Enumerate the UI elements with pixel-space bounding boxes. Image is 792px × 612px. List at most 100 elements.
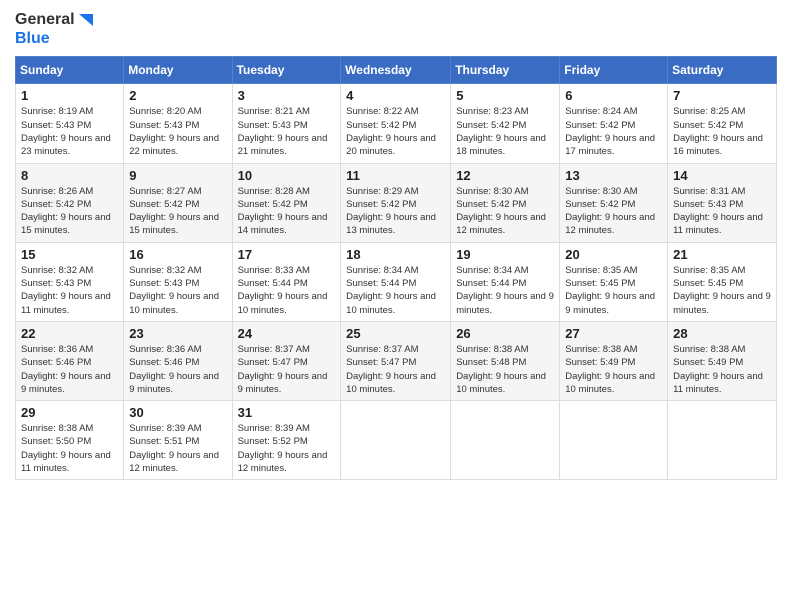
calendar-cell: 29 Sunrise: 8:38 AM Sunset: 5:50 PM Dayl… [16,401,124,480]
calendar-cell: 20 Sunrise: 8:35 AM Sunset: 5:45 PM Dayl… [560,242,668,321]
day-number: 4 [346,88,445,103]
logo: General Blue [15,10,93,48]
day-detail: Sunrise: 8:37 AM Sunset: 5:47 PM Dayligh… [346,343,445,396]
calendar-cell: 16 Sunrise: 8:32 AM Sunset: 5:43 PM Dayl… [124,242,232,321]
col-thursday: Thursday [451,57,560,84]
day-number: 17 [238,247,336,262]
day-number: 10 [238,168,336,183]
day-number: 6 [565,88,662,103]
day-detail: Sunrise: 8:32 AM Sunset: 5:43 PM Dayligh… [129,264,226,317]
day-detail: Sunrise: 8:34 AM Sunset: 5:44 PM Dayligh… [456,264,554,317]
calendar-cell: 27 Sunrise: 8:38 AM Sunset: 5:49 PM Dayl… [560,321,668,400]
col-sunday: Sunday [16,57,124,84]
day-detail: Sunrise: 8:21 AM Sunset: 5:43 PM Dayligh… [238,105,336,158]
col-tuesday: Tuesday [232,57,341,84]
day-number: 28 [673,326,771,341]
day-number: 23 [129,326,226,341]
day-detail: Sunrise: 8:26 AM Sunset: 5:42 PM Dayligh… [21,185,118,238]
day-number: 8 [21,168,118,183]
calendar-week-4: 22 Sunrise: 8:36 AM Sunset: 5:46 PM Dayl… [16,321,777,400]
day-detail: Sunrise: 8:38 AM Sunset: 5:50 PM Dayligh… [21,422,118,475]
day-number: 11 [346,168,445,183]
calendar-cell: 2 Sunrise: 8:20 AM Sunset: 5:43 PM Dayli… [124,84,232,163]
calendar-week-3: 15 Sunrise: 8:32 AM Sunset: 5:43 PM Dayl… [16,242,777,321]
day-number: 24 [238,326,336,341]
calendar-cell: 19 Sunrise: 8:34 AM Sunset: 5:44 PM Dayl… [451,242,560,321]
calendar-cell: 6 Sunrise: 8:24 AM Sunset: 5:42 PM Dayli… [560,84,668,163]
day-number: 2 [129,88,226,103]
calendar-cell: 8 Sunrise: 8:26 AM Sunset: 5:42 PM Dayli… [16,163,124,242]
calendar-cell [341,401,451,480]
day-detail: Sunrise: 8:29 AM Sunset: 5:42 PM Dayligh… [346,185,445,238]
page: General Blue Sunday Monday Tuesday Wedne… [0,0,792,612]
calendar-cell: 26 Sunrise: 8:38 AM Sunset: 5:48 PM Dayl… [451,321,560,400]
day-detail: Sunrise: 8:23 AM Sunset: 5:42 PM Dayligh… [456,105,554,158]
day-detail: Sunrise: 8:34 AM Sunset: 5:44 PM Dayligh… [346,264,445,317]
day-number: 5 [456,88,554,103]
day-number: 21 [673,247,771,262]
day-detail: Sunrise: 8:20 AM Sunset: 5:43 PM Dayligh… [129,105,226,158]
calendar-cell: 17 Sunrise: 8:33 AM Sunset: 5:44 PM Dayl… [232,242,341,321]
day-number: 22 [21,326,118,341]
col-saturday: Saturday [668,57,777,84]
calendar-cell: 13 Sunrise: 8:30 AM Sunset: 5:42 PM Dayl… [560,163,668,242]
calendar-table: Sunday Monday Tuesday Wednesday Thursday… [15,56,777,480]
calendar-cell: 14 Sunrise: 8:31 AM Sunset: 5:43 PM Dayl… [668,163,777,242]
day-number: 31 [238,405,336,420]
calendar-cell: 24 Sunrise: 8:37 AM Sunset: 5:47 PM Dayl… [232,321,341,400]
header-row: Sunday Monday Tuesday Wednesday Thursday… [16,57,777,84]
day-detail: Sunrise: 8:38 AM Sunset: 5:49 PM Dayligh… [565,343,662,396]
day-detail: Sunrise: 8:36 AM Sunset: 5:46 PM Dayligh… [21,343,118,396]
calendar-cell: 28 Sunrise: 8:38 AM Sunset: 5:49 PM Dayl… [668,321,777,400]
calendar-week-5: 29 Sunrise: 8:38 AM Sunset: 5:50 PM Dayl… [16,401,777,480]
calendar-cell: 22 Sunrise: 8:36 AM Sunset: 5:46 PM Dayl… [16,321,124,400]
day-detail: Sunrise: 8:35 AM Sunset: 5:45 PM Dayligh… [565,264,662,317]
calendar-week-1: 1 Sunrise: 8:19 AM Sunset: 5:43 PM Dayli… [16,84,777,163]
calendar-cell: 12 Sunrise: 8:30 AM Sunset: 5:42 PM Dayl… [451,163,560,242]
day-detail: Sunrise: 8:36 AM Sunset: 5:46 PM Dayligh… [129,343,226,396]
day-number: 25 [346,326,445,341]
day-detail: Sunrise: 8:28 AM Sunset: 5:42 PM Dayligh… [238,185,336,238]
day-number: 29 [21,405,118,420]
calendar-cell: 3 Sunrise: 8:21 AM Sunset: 5:43 PM Dayli… [232,84,341,163]
calendar-cell: 15 Sunrise: 8:32 AM Sunset: 5:43 PM Dayl… [16,242,124,321]
calendar-cell: 1 Sunrise: 8:19 AM Sunset: 5:43 PM Dayli… [16,84,124,163]
col-friday: Friday [560,57,668,84]
day-detail: Sunrise: 8:24 AM Sunset: 5:42 PM Dayligh… [565,105,662,158]
calendar-week-2: 8 Sunrise: 8:26 AM Sunset: 5:42 PM Dayli… [16,163,777,242]
day-detail: Sunrise: 8:39 AM Sunset: 5:51 PM Dayligh… [129,422,226,475]
calendar-cell: 4 Sunrise: 8:22 AM Sunset: 5:42 PM Dayli… [341,84,451,163]
day-number: 3 [238,88,336,103]
calendar-cell: 7 Sunrise: 8:25 AM Sunset: 5:42 PM Dayli… [668,84,777,163]
day-detail: Sunrise: 8:39 AM Sunset: 5:52 PM Dayligh… [238,422,336,475]
day-number: 30 [129,405,226,420]
day-detail: Sunrise: 8:19 AM Sunset: 5:43 PM Dayligh… [21,105,118,158]
calendar-cell: 10 Sunrise: 8:28 AM Sunset: 5:42 PM Dayl… [232,163,341,242]
calendar-cell [668,401,777,480]
day-number: 20 [565,247,662,262]
calendar-cell [451,401,560,480]
day-number: 15 [21,247,118,262]
day-detail: Sunrise: 8:25 AM Sunset: 5:42 PM Dayligh… [673,105,771,158]
day-detail: Sunrise: 8:38 AM Sunset: 5:49 PM Dayligh… [673,343,771,396]
day-number: 19 [456,247,554,262]
calendar-cell: 30 Sunrise: 8:39 AM Sunset: 5:51 PM Dayl… [124,401,232,480]
day-number: 18 [346,247,445,262]
day-detail: Sunrise: 8:35 AM Sunset: 5:45 PM Dayligh… [673,264,771,317]
day-detail: Sunrise: 8:37 AM Sunset: 5:47 PM Dayligh… [238,343,336,396]
day-number: 13 [565,168,662,183]
calendar-cell: 21 Sunrise: 8:35 AM Sunset: 5:45 PM Dayl… [668,242,777,321]
col-monday: Monday [124,57,232,84]
header: General Blue [15,10,777,48]
calendar-cell: 25 Sunrise: 8:37 AM Sunset: 5:47 PM Dayl… [341,321,451,400]
day-number: 26 [456,326,554,341]
day-number: 9 [129,168,226,183]
calendar-cell: 31 Sunrise: 8:39 AM Sunset: 5:52 PM Dayl… [232,401,341,480]
calendar-cell: 9 Sunrise: 8:27 AM Sunset: 5:42 PM Dayli… [124,163,232,242]
calendar-cell: 5 Sunrise: 8:23 AM Sunset: 5:42 PM Dayli… [451,84,560,163]
day-detail: Sunrise: 8:32 AM Sunset: 5:43 PM Dayligh… [21,264,118,317]
calendar-cell: 11 Sunrise: 8:29 AM Sunset: 5:42 PM Dayl… [341,163,451,242]
calendar-cell [560,401,668,480]
day-number: 1 [21,88,118,103]
day-detail: Sunrise: 8:27 AM Sunset: 5:42 PM Dayligh… [129,185,226,238]
